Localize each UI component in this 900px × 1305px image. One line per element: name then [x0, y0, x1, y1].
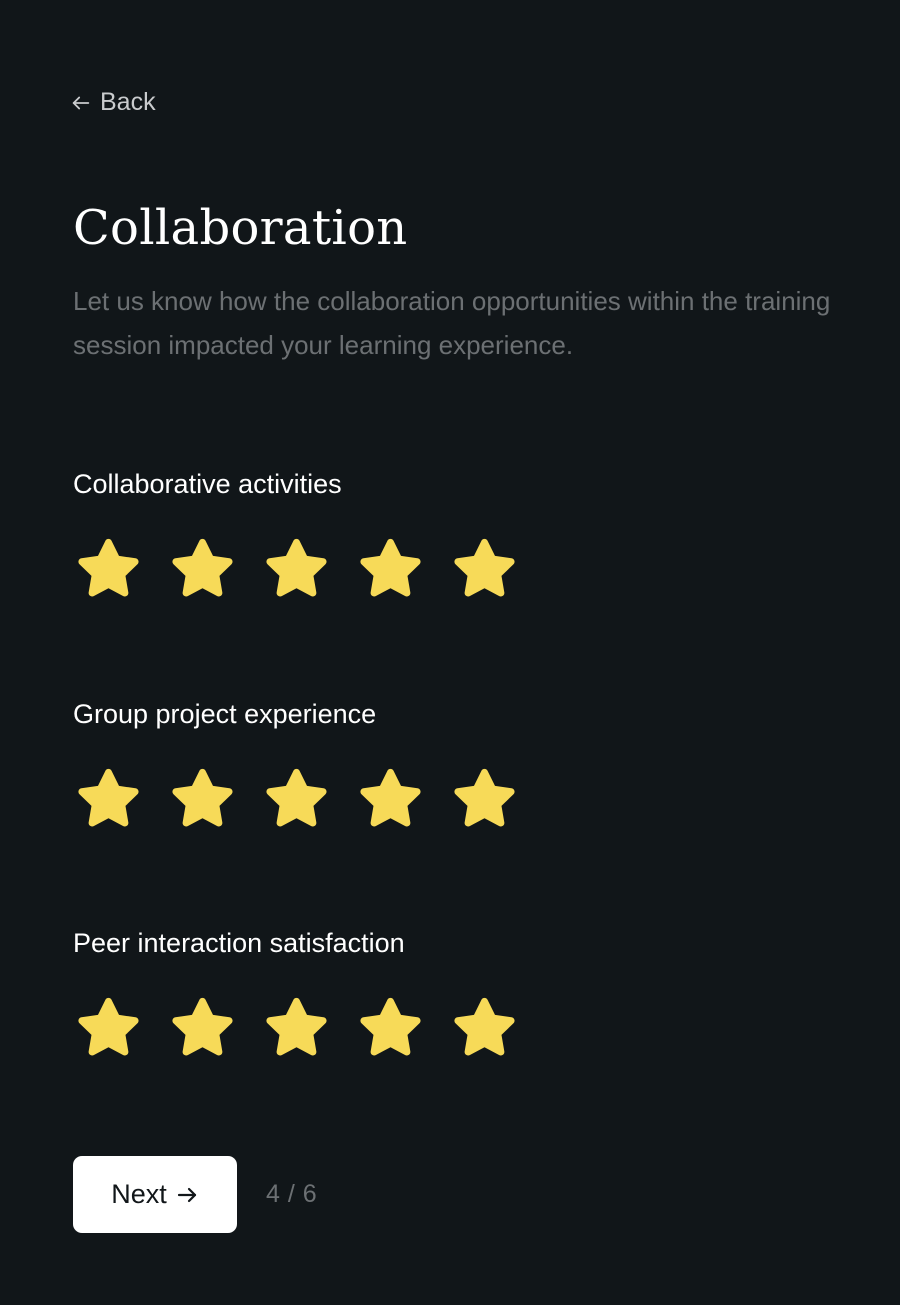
rating-group-collaborative-activities: Collaborative activities: [73, 468, 773, 600]
star-icon[interactable]: [77, 996, 140, 1059]
star-icon[interactable]: [453, 767, 516, 830]
back-link[interactable]: Back: [70, 88, 156, 117]
next-label: Next: [111, 1179, 167, 1209]
star-icon[interactable]: [171, 767, 234, 830]
arrow-right-icon: [175, 1183, 199, 1207]
star-icon[interactable]: [171, 537, 234, 600]
page-title: Collaboration: [73, 200, 408, 256]
star-icon[interactable]: [265, 767, 328, 830]
rating-group-group-project-experience: Group project experience: [73, 698, 773, 830]
star-icon[interactable]: [77, 767, 140, 830]
star-icon[interactable]: [265, 996, 328, 1059]
next-button[interactable]: Next: [73, 1156, 237, 1233]
star-rating: [77, 537, 773, 600]
arrow-left-icon: [70, 92, 92, 114]
star-icon[interactable]: [359, 537, 422, 600]
rating-group-peer-interaction-satisfaction: Peer interaction satisfaction: [73, 927, 773, 1059]
footer: Next 4 / 6: [73, 1156, 317, 1233]
star-icon[interactable]: [359, 996, 422, 1059]
star-icon[interactable]: [171, 996, 234, 1059]
page-subtitle: Let us know how the collaboration opport…: [73, 286, 831, 360]
star-rating: [77, 767, 773, 830]
star-icon[interactable]: [453, 537, 516, 600]
step-progress: 4 / 6: [266, 1180, 318, 1208]
star-icon[interactable]: [359, 767, 422, 830]
rating-label: Group project experience: [73, 699, 377, 729]
rating-label: Peer interaction satisfaction: [73, 928, 405, 958]
star-rating: [77, 996, 773, 1059]
rating-label: Collaborative activities: [73, 469, 342, 499]
star-icon[interactable]: [77, 537, 140, 600]
star-icon[interactable]: [453, 996, 516, 1059]
back-label: Back: [100, 88, 156, 116]
star-icon[interactable]: [265, 537, 328, 600]
